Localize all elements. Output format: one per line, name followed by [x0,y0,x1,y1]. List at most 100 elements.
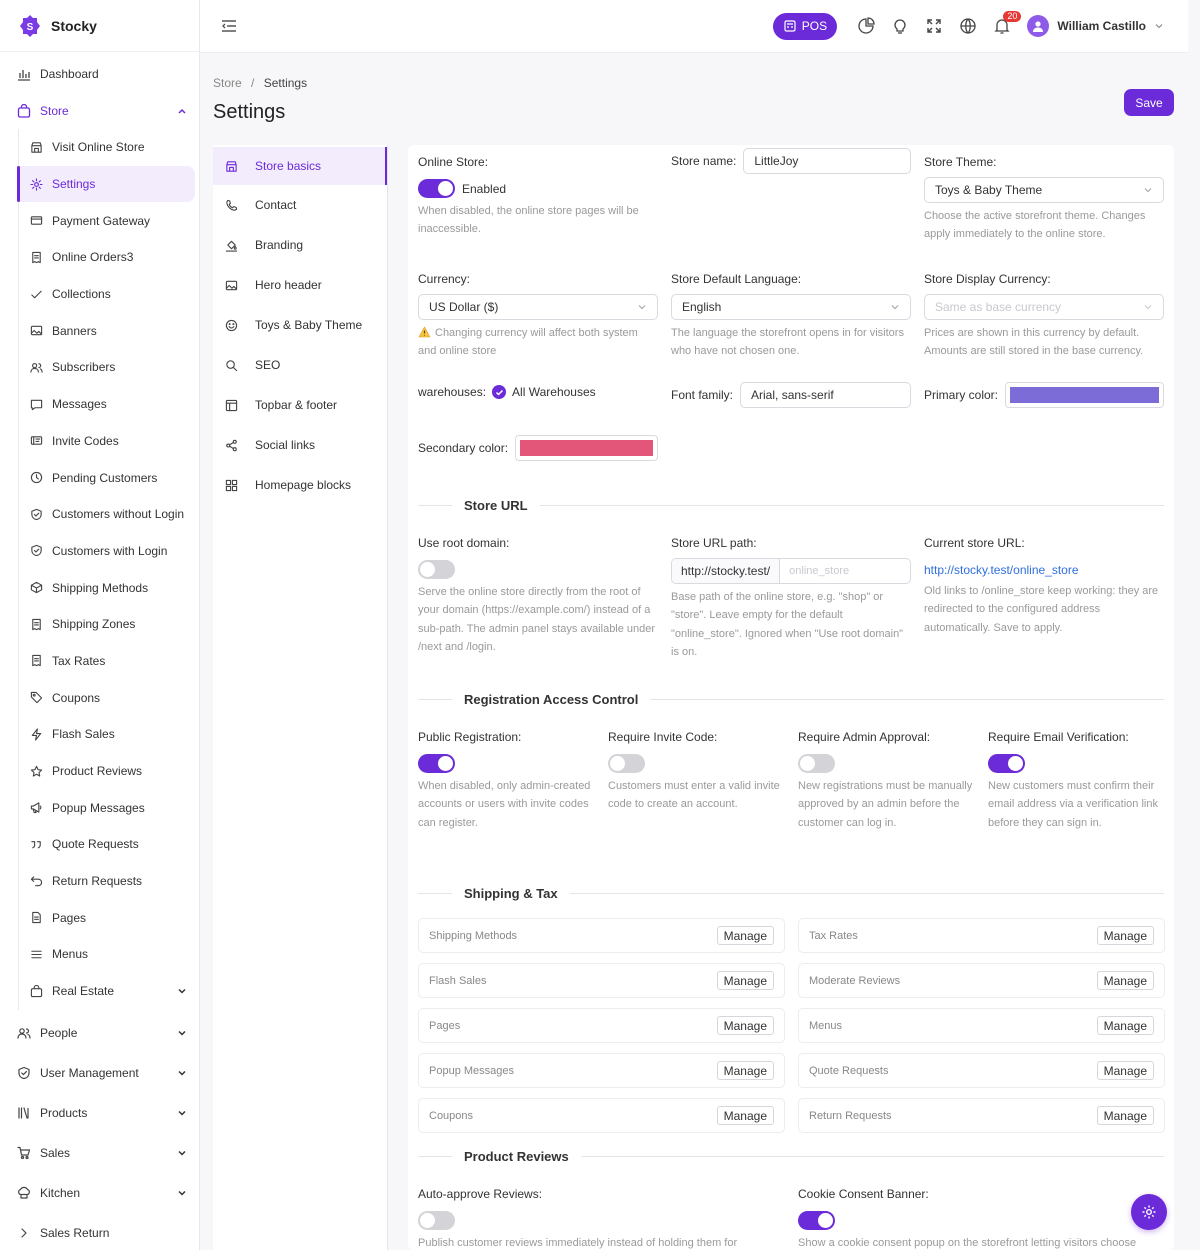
save-button[interactable]: Save [1124,89,1174,116]
fullscreen-icon[interactable] [917,9,951,43]
manage-button[interactable]: Manage [716,1106,774,1125]
sidebar-item-user-management[interactable]: User Management [0,1053,199,1093]
manage-row: Coupons Manage [418,1098,785,1133]
sidebar-item-messages[interactable]: Messages [18,386,195,423]
language-field: Store Default Language: English The lang… [671,272,911,361]
root-domain-toggle[interactable] [418,560,455,579]
manage-button[interactable]: Manage [1096,1016,1154,1035]
brand[interactable]: S Stocky [0,0,199,52]
sidebar-item-quote-requests[interactable]: Quote Requests [18,826,195,863]
online-store-toggle[interactable] [418,179,455,198]
settings-tab-store-basics[interactable]: Store basics [213,147,387,185]
sidebar-item-customers-without-login[interactable]: Customers without Login [18,496,195,533]
settings-tab-hero-header[interactable]: Hero header [213,265,387,305]
warehouses-checkbox[interactable] [492,385,507,399]
registration-toggle[interactable] [988,754,1025,773]
store-url-path-input[interactable]: online_store [780,559,910,583]
sidebar-item-pages[interactable]: Pages [18,899,195,936]
sidebar-item-product-reviews[interactable]: Product Reviews [18,753,195,790]
current-url-link[interactable]: http://stocky.test/online_store [924,563,1164,577]
settings-tab-toys-baby-theme[interactable]: Toys & Baby Theme [213,305,387,345]
chevron-down-icon [177,1028,187,1038]
sidebar-item-real-estate[interactable]: Real Estate [18,973,195,1010]
sidebar-item-payment-gateway[interactable]: Payment Gateway [18,202,195,239]
menu-toggle-icon[interactable] [220,17,238,35]
share-icon [225,439,238,452]
sidebar-item-customers-with-login[interactable]: Customers with Login [18,533,195,570]
warehouses-value: All Warehouses [512,385,596,399]
svg-text:S: S [27,22,34,33]
sidebar-item-banners[interactable]: Banners [18,312,195,349]
manage-button[interactable]: Manage [716,1061,774,1080]
sidebar-item-store[interactable]: Store [0,92,199,129]
sidebar-item-menus[interactable]: Menus [18,936,195,973]
sidebar-item-sales-return[interactable]: Sales Return [0,1213,199,1250]
chevron-down-icon [177,1108,187,1118]
registration-toggle[interactable] [608,754,645,773]
sidebar-item-kitchen[interactable]: Kitchen [0,1173,199,1213]
settings-fab-button[interactable] [1131,1194,1167,1230]
sidebar-item-online-orders3[interactable]: Online Orders3 [18,239,195,276]
star-icon [30,765,43,778]
store-theme-select[interactable]: Toys & Baby Theme [924,177,1164,203]
manage-row: Tax Rates Manage [798,918,1165,953]
cookie-consent-toggle[interactable] [798,1211,835,1230]
globe-icon[interactable] [951,9,985,43]
sidebar-item-popup-messages[interactable]: Popup Messages [18,789,195,826]
sidebar-item-products[interactable]: Products [0,1093,199,1133]
lightbulb-icon[interactable] [883,9,917,43]
pos-button[interactable]: POS [773,12,838,40]
primary-color-picker[interactable] [1005,382,1164,408]
store-name-input[interactable]: LittleJoy [743,148,911,174]
shield-icon [30,508,43,521]
registration-toggle[interactable] [798,754,835,773]
secondary-color-picker[interactable] [515,435,658,461]
sidebar-item-shipping-methods[interactable]: Shipping Methods [18,569,195,606]
sidebar-item-label: Quote Requests [52,837,139,852]
sidebar-item-dashboard[interactable]: Dashboard [0,55,199,92]
language-select[interactable]: English [671,294,911,320]
pie-chart-icon[interactable] [849,9,883,43]
font-family-input[interactable]: Arial, sans-serif [740,382,911,408]
search-icon [225,359,238,372]
settings-tab-branding[interactable]: Branding [213,225,387,265]
user-menu[interactable]: William Castillo [1027,15,1164,37]
manage-button[interactable]: Manage [1096,926,1154,945]
sidebar-item-pending-customers[interactable]: Pending Customers [18,459,195,496]
currency-select[interactable]: US Dollar ($) [418,294,658,320]
secondary-color-label: Secondary color: [418,441,509,455]
sidebar-item-shipping-zones[interactable]: Shipping Zones [18,606,195,643]
sidebar-item-sales[interactable]: Sales [0,1133,199,1173]
manage-button[interactable]: Manage [716,971,774,990]
sidebar-item-flash-sales[interactable]: Flash Sales [18,716,195,753]
display-currency-select[interactable]: Same as base currency [924,294,1164,320]
box-icon [30,581,43,594]
settings-tab-homepage-blocks[interactable]: Homepage blocks [213,465,387,505]
manage-button[interactable]: Manage [1096,971,1154,990]
sidebar-item-settings[interactable]: Settings [17,165,195,203]
sidebar-item-collections[interactable]: Collections [18,276,195,313]
settings-tab-seo[interactable]: SEO [213,345,387,385]
breadcrumb-parent[interactable]: Store [213,76,242,90]
sidebar-item-subscribers[interactable]: Subscribers [18,349,195,386]
sidebar-item-invite-codes[interactable]: Invite Codes [18,423,195,460]
manage-button[interactable]: Manage [1096,1061,1154,1080]
settings-tab-topbar-footer[interactable]: Topbar & footer [213,385,387,425]
sidebar-item-return-requests[interactable]: Return Requests [18,863,195,900]
settings-tab-social-links[interactable]: Social links [213,425,387,465]
manage-button[interactable]: Manage [1096,1106,1154,1125]
sidebar-item-visit-online-store[interactable]: Visit Online Store [18,129,195,166]
bell-icon[interactable]: 20 [985,9,1022,43]
cookie-consent-field: Cookie Consent Banner: Show a cookie con… [798,1187,1168,1250]
registration-toggle[interactable] [418,754,455,773]
manage-button[interactable]: Manage [716,926,774,945]
secondary-color-swatch [520,440,653,456]
storefront-icon [30,141,43,154]
settings-tab-contact[interactable]: Contact [213,185,387,225]
sidebar-item-people[interactable]: People [0,1013,199,1053]
sidebar-item-coupons[interactable]: Coupons [18,679,195,716]
sidebar-item-label: Invite Codes [52,433,119,448]
sidebar-item-tax-rates[interactable]: Tax Rates [18,643,195,680]
manage-button[interactable]: Manage [716,1016,774,1035]
auto-approve-toggle[interactable] [418,1211,455,1230]
